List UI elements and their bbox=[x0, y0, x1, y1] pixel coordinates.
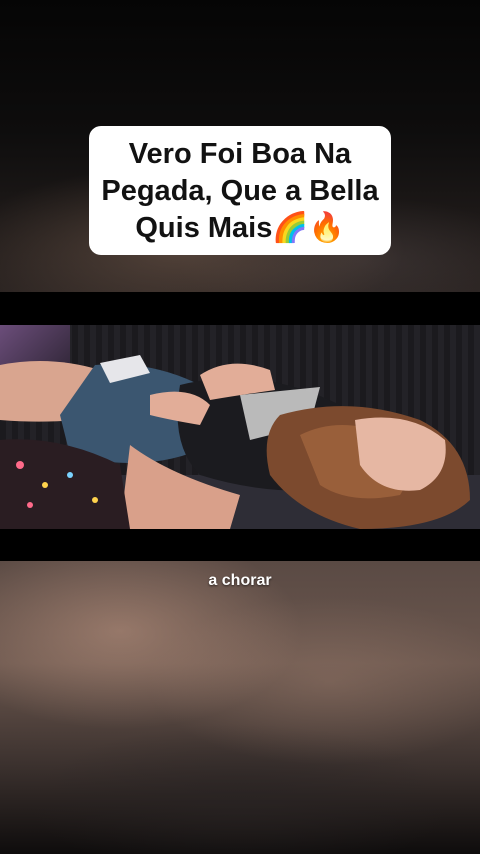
letterbox-bar-bottom bbox=[0, 529, 480, 561]
caption-line-3-text: Quis Mais bbox=[135, 212, 273, 244]
caption-box: Vero Foi Boa Na Pegada, Que a Bella Quis… bbox=[89, 126, 391, 255]
video-scene-image bbox=[0, 355, 480, 529]
caption-overlay: Vero Foi Boa Na Pegada, Que a Bella Quis… bbox=[0, 126, 480, 255]
video-subtitle: a chorar bbox=[208, 572, 272, 589]
fire-emoji-icon: 🔥 bbox=[308, 212, 345, 244]
video-frame[interactable] bbox=[0, 325, 480, 529]
caption-line-3: Quis Mais🌈🔥 bbox=[101, 210, 378, 247]
rainbow-emoji-icon: 🌈 bbox=[272, 212, 309, 244]
letterbox-bar-top bbox=[0, 292, 480, 325]
caption-line-2: Pegada, Que a Bella bbox=[101, 175, 379, 207]
video-post-screen: Vero Foi Boa Na Pegada, Que a Bella Quis… bbox=[0, 0, 480, 854]
blurred-background-bottom bbox=[0, 561, 480, 854]
caption-line-1: Vero Foi Boa Na bbox=[128, 138, 352, 170]
